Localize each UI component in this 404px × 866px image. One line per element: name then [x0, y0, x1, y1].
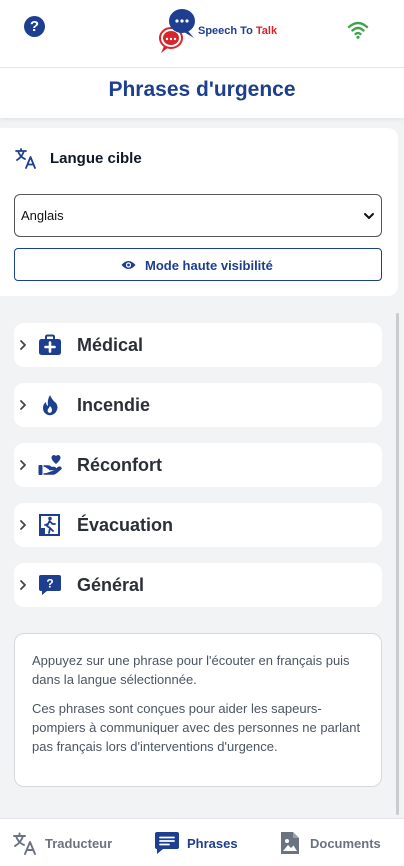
high-visibility-button[interactable]: Mode haute visibilité	[14, 248, 382, 281]
language-label: Langue cible	[50, 150, 142, 167]
bottom-navigation: Traducteur Phrases Documents	[0, 818, 404, 866]
app-logo: Speech To Talk	[156, 5, 286, 55]
category-evacuation[interactable]: Évacuation	[14, 503, 382, 547]
category-medical[interactable]: Médical	[14, 323, 382, 367]
category-label: Réconfort	[77, 455, 162, 475]
emergency-exit-icon	[39, 514, 60, 536]
title-bar: Phrases d'urgence	[0, 68, 404, 118]
translate-icon	[15, 148, 36, 169]
help-button[interactable]: ?	[24, 16, 45, 37]
chevron-right-icon	[20, 520, 26, 530]
category-label: Général	[77, 575, 145, 595]
category-comfort[interactable]: Réconfort	[14, 443, 382, 487]
chevron-right-icon	[20, 340, 26, 350]
svg-text:?: ?	[46, 577, 53, 591]
category-label: Incendie	[77, 395, 151, 415]
nav-label: Phrases	[187, 836, 238, 851]
chat-icon	[155, 832, 179, 854]
high-visibility-label: Mode haute visibilité	[145, 258, 273, 273]
info-paragraph-2: Ces phrases sont conçues pour aider les …	[32, 701, 361, 754]
nav-label: Traducteur	[45, 836, 113, 851]
chevron-down-icon	[364, 213, 374, 219]
nav-item-translator[interactable]: Traducteur	[10, 819, 120, 866]
language-selected-value: Anglais	[21, 208, 64, 223]
document-image-icon	[281, 832, 299, 854]
hand-heart-icon	[38, 455, 62, 475]
logo-text: Speech To Talk	[198, 25, 277, 37]
medical-kit-icon	[39, 334, 61, 355]
language-select[interactable]: Anglais	[14, 194, 382, 237]
nav-item-phrases[interactable]: Phrases	[154, 819, 244, 866]
top-bar: ? Speech To Talk	[0, 0, 404, 68]
wifi-icon	[347, 21, 369, 39]
chevron-right-icon	[20, 400, 26, 410]
category-label: Évacuation	[77, 515, 174, 535]
question-bubble-icon: ?	[39, 575, 61, 595]
logo-text-part2: Talk	[255, 25, 278, 37]
eye-icon	[121, 261, 136, 269]
chevron-right-icon	[20, 460, 26, 470]
category-label: Médical	[77, 335, 144, 355]
language-card: Langue cible Anglais Mode haute visibili…	[0, 128, 398, 296]
category-fire[interactable]: Incendie	[14, 383, 382, 427]
scrollbar[interactable]	[396, 313, 399, 815]
info-box: Appuyez sur une phrase pour l'écouter en…	[14, 633, 382, 787]
page-title: Phrases d'urgence	[108, 78, 296, 101]
fire-icon	[43, 395, 58, 416]
chevron-right-icon	[20, 580, 26, 590]
info-paragraph-1: Appuyez sur une phrase pour l'écouter en…	[32, 653, 350, 687]
nav-item-documents[interactable]: Documents	[278, 819, 388, 866]
logo-text-part1: Speech To	[198, 25, 256, 37]
nav-label: Documents	[310, 836, 381, 851]
translate-icon	[13, 832, 36, 855]
category-general[interactable]: ? Général	[14, 563, 382, 607]
